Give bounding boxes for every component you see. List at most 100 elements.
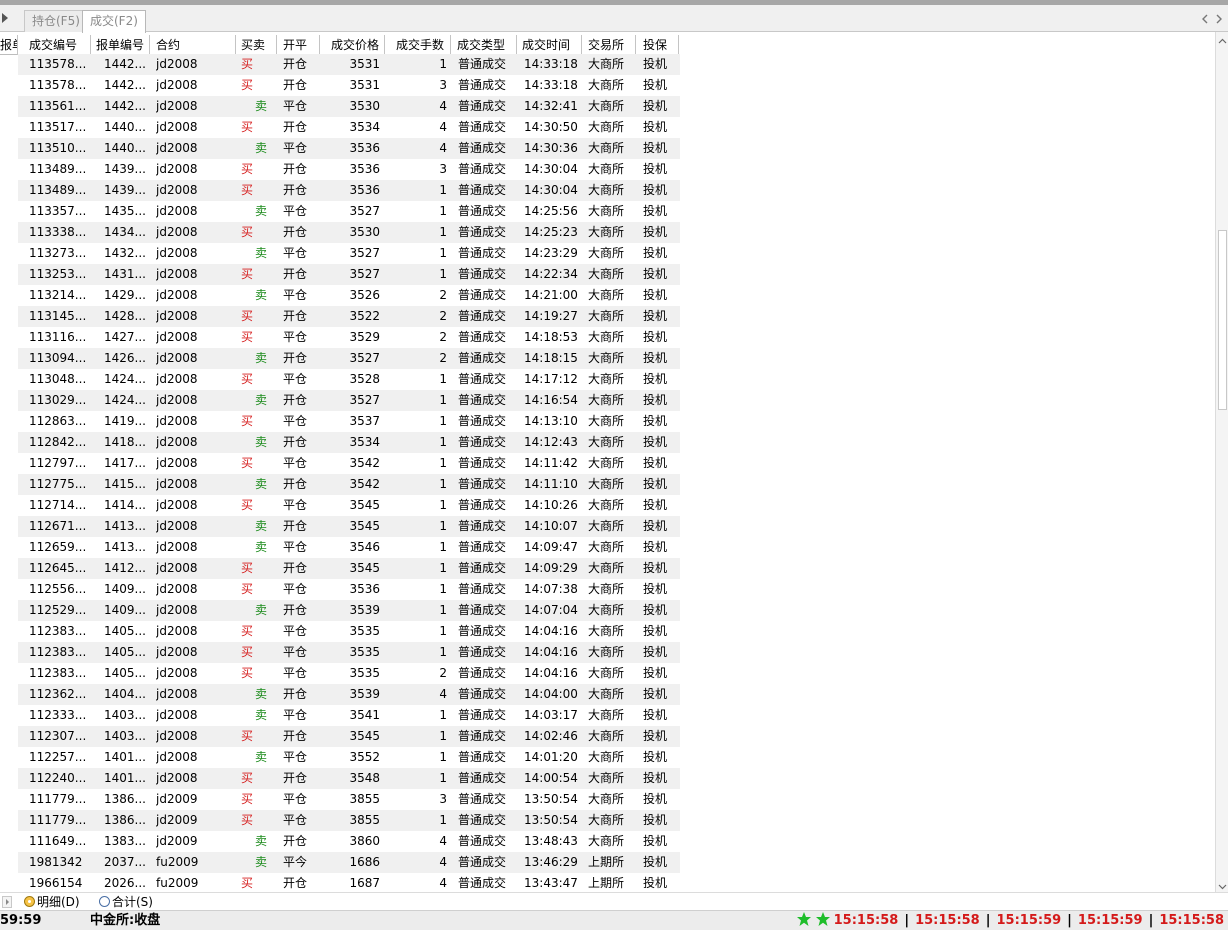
table-row[interactable]: 112383... 1405... jd2008 买 平仓 3535 2 普通成交 14:04:… — [18, 663, 680, 684]
radio-detail-dot[interactable] — [24, 896, 35, 907]
col-header-quantity[interactable]: 成交手数 — [396, 35, 451, 55]
cell-quantity: 1 — [439, 519, 447, 533]
col-header-exchange[interactable]: 交易所 — [588, 35, 636, 55]
cell-trade-id: 113214... — [29, 288, 87, 302]
table-row[interactable]: 113489... 1439... jd2008 买 开仓 3536 3 普通成交 14:30:… — [18, 159, 680, 180]
cell-trade-id: 112383... — [29, 666, 87, 680]
vertical-scrollbar[interactable] — [1215, 32, 1228, 892]
col-header-trade-time[interactable]: 成交时间 — [522, 35, 582, 55]
table-row[interactable]: 112307... 1403... jd2008 买 开仓 3545 1 普通成交 14:02:… — [18, 726, 680, 747]
table-body: 113578... 1442... jd2008 买开仓 3531 1 普通成交 14:33:… — [18, 54, 680, 892]
scroll-left-icon[interactable] — [2, 896, 12, 908]
table-row[interactable]: 112645... 1412... jd2008 买 开仓 3545 1 普通成交 14:09:… — [18, 558, 680, 579]
table-row[interactable]: 113578... 1442... jd2008 买 开仓 3531 1 普通成交 14:33:… — [18, 54, 680, 75]
table-row[interactable]: 1966154 2026... fu2009 买 开仓 1687 4 普通成交 13:43:47… — [18, 873, 680, 892]
cell-buy-sell: 卖 — [254, 603, 267, 617]
tab-next-icon[interactable] — [1214, 13, 1224, 25]
scrollbar-thumb[interactable] — [1218, 230, 1227, 410]
table-row[interactable]: 112257... 1401... jd2008 卖 平仓 3552 1 普通成交 14:01:… — [18, 747, 680, 768]
table-row[interactable]: 113338... 1434... jd2008 买 开仓 3530 1 普通成交 14:25:… — [18, 222, 680, 243]
cell-order-id: 1405... — [104, 666, 146, 680]
cell-order-id: 1413... — [104, 519, 146, 533]
scroll-down-icon[interactable] — [1218, 880, 1227, 890]
table-row[interactable]: 113357... 1435... jd2008 卖 平仓 3527 1 普通成交 14:25:… — [18, 201, 680, 222]
table-row[interactable]: 112797... 1417... jd2008 买 平仓 3542 1 普通成交 14:11:… — [18, 453, 680, 474]
left-arrow-icon[interactable] — [0, 11, 10, 25]
scroll-up-icon[interactable] — [1218, 35, 1227, 44]
cell-exchange: 大商所 — [588, 729, 625, 743]
table-row[interactable]: 112362... 1404... jd2008 卖 开仓 3539 4 普通成交 14:04:… — [18, 684, 680, 705]
cell-quantity: 4 — [439, 876, 447, 890]
table-row[interactable]: 113517... 1440... jd2008 买 开仓 3534 4 普通成交 14:30:… — [18, 117, 680, 138]
table-row[interactable]: 113253... 1431... jd2008 买 开仓 3527 1 普通成交 14:22:… — [18, 264, 680, 285]
radio-detail[interactable]: 明细(D) — [24, 894, 80, 910]
table-row[interactable]: 112671... 1413... jd2008 卖 开仓 3545 1 普通成交 14:10:… — [18, 516, 680, 537]
radio-total[interactable]: 合计(S) — [99, 894, 153, 910]
table-row[interactable]: 112383... 1405... jd2008 买 平仓 3535 1 普通成交 14:04:… — [18, 642, 680, 663]
cell-quantity: 1 — [439, 561, 447, 575]
cell-exchange: 大商所 — [588, 246, 625, 260]
tab-positions[interactable]: 持仓(F5) — [24, 10, 88, 32]
table-row[interactable]: 112775... 1415... jd2008 卖 开仓 3542 1 普通成交 14:11:… — [18, 474, 680, 495]
cell-price: 3546 — [349, 540, 380, 554]
cell-price: 3527 — [349, 351, 380, 365]
col-header-trade-type[interactable]: 成交类型 — [457, 35, 517, 55]
table-row[interactable]: 113273... 1432... jd2008 卖 平仓 3527 1 普通成交 14:23:… — [18, 243, 680, 264]
table-row[interactable]: 1981342 2037... fu2009 卖 平今 1686 4 普通成交 13:46:29… — [18, 852, 680, 873]
separator: | — [1067, 913, 1072, 928]
cell-hedge: 投机 — [643, 666, 668, 680]
table-row[interactable]: 113116... 1427... jd2008 买 平仓 3529 2 普通成交 14:18:… — [18, 327, 680, 348]
table-row[interactable]: 113214... 1429... jd2008 卖 平仓 3526 2 普通成交 14:21:… — [18, 285, 680, 306]
cell-open-close: 平仓 — [283, 330, 308, 344]
cell-trade-id: 1966154 — [29, 876, 83, 890]
tab-prev-icon[interactable] — [1200, 13, 1210, 25]
table-row[interactable]: 113578... 1442... jd2008 买 开仓 3531 3 普通成交 14:33:… — [18, 75, 680, 96]
cell-trade-time: 14:25:56 — [524, 204, 578, 218]
cell-trade-type: 普通成交 — [458, 855, 507, 869]
cell-hedge: 投机 — [643, 141, 668, 155]
table-row[interactable]: 113094... 1426... jd2008 卖 开仓 3527 2 普通成交 14:18:… — [18, 348, 680, 369]
table-row[interactable]: 112556... 1409... jd2008 买 平仓 3536 1 普通成交 14:07:… — [18, 579, 680, 600]
table-row[interactable]: 112714... 1414... jd2008 买 平仓 3545 1 普通成交 14:10:… — [18, 495, 680, 516]
cell-trade-type: 普通成交 — [458, 267, 507, 281]
table-row[interactable]: 113145... 1428... jd2008 买 开仓 3522 2 普通成交 14:19:… — [18, 306, 680, 327]
tab-trades[interactable]: 成交(F2) — [82, 10, 146, 33]
cell-trade-type: 普通成交 — [458, 204, 507, 218]
cell-instrument: jd2008 — [156, 246, 198, 260]
table-row[interactable]: 113048... 1424... jd2008 买 平仓 3528 1 普通成交 14:17:… — [18, 369, 680, 390]
col-header-order-partial[interactable]: 报单 — [0, 35, 18, 55]
table-row[interactable]: 113029... 1424... jd2008 卖 开仓 3527 1 普通成交 14:16:… — [18, 390, 680, 411]
table-row[interactable]: 111649... 1383... jd2009 卖 开仓 3860 4 普通成交 13:48:… — [18, 831, 680, 852]
cell-hedge: 投机 — [643, 792, 668, 806]
col-header-open-close[interactable]: 开平 — [283, 35, 320, 55]
table-row[interactable]: 112383... 1405... jd2008 买 平仓 3535 1 普通成交 14:04:… — [18, 621, 680, 642]
col-header-order-id[interactable]: 报单编号 — [96, 35, 150, 55]
col-header-trade-id[interactable]: 成交编号 — [29, 35, 91, 55]
cell-trade-id: 113029... — [29, 393, 87, 407]
table-row[interactable]: 112529... 1409... jd2008 卖 开仓 3539 1 普通成交 14:07:… — [18, 600, 680, 621]
cell-hedge: 投机 — [643, 519, 668, 533]
cell-instrument: jd2008 — [156, 498, 198, 512]
col-header-instrument[interactable]: 合约 — [156, 35, 236, 55]
table-row[interactable]: 113561... 1442... jd2008 卖 平仓 3530 4 普通成交 14:32:… — [18, 96, 680, 117]
col-header-hedge[interactable]: 投保 — [643, 35, 679, 55]
radio-total-dot[interactable] — [99, 896, 110, 907]
col-header-price[interactable]: 成交价格 — [331, 35, 385, 55]
cell-order-id: 1428... — [104, 309, 146, 323]
table-row[interactable]: 112842... 1418... jd2008 卖 开仓 3534 1 普通成交 14:12:… — [18, 432, 680, 453]
cell-price: 3855 — [349, 813, 380, 827]
table-row[interactable]: 113489... 1439... jd2008 买 开仓 3536 1 普通成交 14:30:… — [18, 180, 680, 201]
cell-price: 3530 — [349, 225, 380, 239]
cell-trade-time: 13:48:43 — [524, 834, 578, 848]
cell-trade-type: 普通成交 — [458, 309, 507, 323]
table-row[interactable]: 112863... 1419... jd2008 买 平仓 3537 1 普通成交 14:13:… — [18, 411, 680, 432]
table-row[interactable]: 112333... 1403... jd2008 卖 平仓 3541 1 普通成交 14:03:… — [18, 705, 680, 726]
table-row[interactable]: 112659... 1413... jd2008 卖 平仓 3546 1 普通成交 14:09:… — [18, 537, 680, 558]
cell-trade-time: 14:30:50 — [524, 120, 578, 134]
col-header-buy-sell[interactable]: 买卖 — [241, 35, 277, 55]
table-row[interactable]: 113510... 1440... jd2008 卖 平仓 3536 4 普通成交 14:30:… — [18, 138, 680, 159]
table-row[interactable]: 111779... 1386... jd2009 买 平仓 3855 1 普通成交 13:50:… — [18, 810, 680, 831]
cell-hedge: 投机 — [643, 540, 668, 554]
table-row[interactable]: 112240... 1401... jd2008 买 开仓 3548 1 普通成交 14:00:… — [18, 768, 680, 789]
table-row[interactable]: 111779... 1386... jd2009 买 平仓 3855 3 普通成交 13:50:… — [18, 789, 680, 810]
